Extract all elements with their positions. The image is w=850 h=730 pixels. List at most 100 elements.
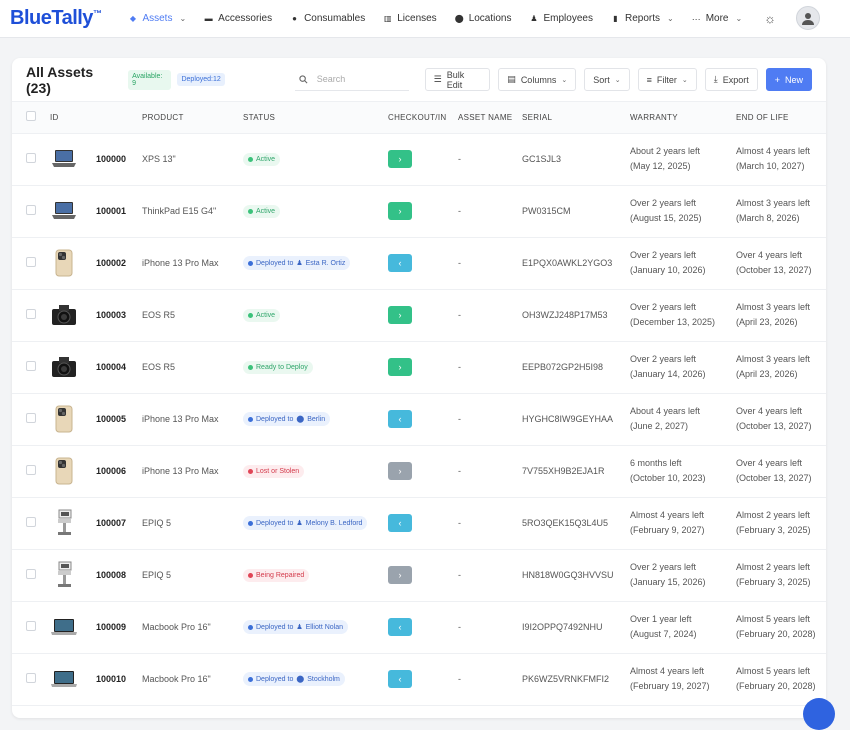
product-name[interactable]: EPIQ 5: [142, 549, 243, 602]
table-row[interactable]: 100004 EOS R5 Ready to Deploy › - EEPB072GP2H…: [12, 341, 826, 394]
eol-relative: Almost 4 years left: [736, 146, 811, 156]
nav-item-reports[interactable]: ▮ Reports ⌄: [610, 13, 673, 24]
asset-id[interactable]: 100002: [96, 237, 142, 290]
export-label: Export: [722, 74, 749, 85]
col-serial[interactable]: SERIAL: [522, 102, 630, 134]
eol-relative: Almost 2 years left: [736, 562, 811, 572]
table-row[interactable]: 100008 EPIQ 5 Being Repaired › - HN818W0GQ3HV…: [12, 549, 826, 602]
nav-item-assets[interactable]: ◆ Assets ⌄: [127, 13, 186, 24]
status-badge: Being Repaired: [243, 568, 310, 582]
asset-id[interactable]: 100005: [96, 393, 142, 446]
table-row[interactable]: 100007 EPIQ 5 Deployed to ♟ Melony B. Ledfor…: [12, 497, 826, 550]
product-name[interactable]: EOS R5: [142, 341, 243, 394]
asset-id[interactable]: 100004: [96, 341, 142, 394]
columns-button[interactable]: ▤ Columns ⌄: [498, 68, 577, 91]
export-button[interactable]: ⤓ Export: [704, 68, 758, 91]
theme-toggle-icon[interactable]: ☼: [764, 11, 776, 26]
row-checkbox[interactable]: [26, 309, 36, 319]
filter-button[interactable]: ≡ Filter ⌄: [637, 68, 697, 91]
chevron-left-icon: ‹: [398, 674, 402, 684]
row-checkbox[interactable]: [26, 517, 36, 527]
product-name[interactable]: iPhone 13 Pro Max: [142, 445, 243, 498]
col-status[interactable]: STATUS: [243, 102, 388, 134]
warranty-relative: About 4 years left: [630, 406, 701, 416]
asset-name: -: [458, 549, 522, 602]
asset-id[interactable]: 100001: [96, 185, 142, 238]
col-end-of-life[interactable]: END OF LIFE: [736, 102, 826, 134]
bulk-edit-button[interactable]: ☰ Bulk Edit: [424, 68, 491, 91]
row-checkbox[interactable]: [26, 361, 36, 371]
nav-item-more[interactable]: ··· More ⌄: [691, 13, 743, 24]
checkout-button[interactable]: ‹: [388, 254, 412, 272]
row-checkbox[interactable]: [26, 205, 36, 215]
row-checkbox[interactable]: [26, 569, 36, 579]
asset-name: -: [458, 185, 522, 238]
col-asset-name[interactable]: ASSET NAME: [458, 102, 522, 134]
asset-id[interactable]: 100003: [96, 289, 142, 342]
search-icon: [299, 74, 308, 83]
checkout-button[interactable]: ›: [388, 150, 412, 168]
table-row[interactable]: 100002 iPhone 13 Pro Max Deployed to ♟ Esta …: [12, 237, 826, 290]
select-all-checkbox[interactable]: [26, 111, 36, 122]
warranty-relative: About 2 years left: [630, 146, 701, 156]
col-warranty[interactable]: WARRANTY: [630, 102, 736, 134]
table-row[interactable]: 100001 ThinkPad E15 G4" Active › - PW0315CM Ov…: [12, 185, 826, 238]
checkout-button[interactable]: ›: [388, 462, 412, 480]
new-asset-button[interactable]: + New: [765, 68, 813, 91]
checkout-button[interactable]: ›: [388, 358, 412, 376]
logo[interactable]: BlueTally™: [10, 7, 102, 30]
table-row[interactable]: 100003 EOS R5 Active › - OH3WZJ248P17M53 Over …: [12, 289, 826, 342]
asset-id[interactable]: 100008: [96, 549, 142, 602]
checkout-button[interactable]: ‹: [388, 410, 412, 428]
product-name[interactable]: iPhone 13 Pro Max: [142, 237, 243, 290]
product-name[interactable]: EOS R5: [142, 289, 243, 342]
chat-button[interactable]: [803, 698, 835, 730]
serial: I9I2OPPQ7492NHU: [522, 601, 630, 654]
nav-item-employees[interactable]: ♟ Employees: [529, 13, 593, 24]
warranty-relative: Over 2 years left: [630, 198, 697, 208]
avatar[interactable]: [796, 6, 820, 30]
eol-relative: Almost 3 years left: [736, 302, 811, 312]
eol-date: (April 23, 2026): [736, 317, 798, 327]
checkout-button[interactable]: ‹: [388, 618, 412, 636]
col-checkout[interactable]: CHECKOUT/IN: [388, 102, 458, 134]
product-name[interactable]: ThinkPad E15 G4": [142, 185, 243, 238]
nav-item-locations[interactable]: ⬤ Locations: [454, 13, 512, 24]
table-row[interactable]: 100005 iPhone 13 Pro Max Deployed to ⬤ Berli…: [12, 393, 826, 446]
nav-item-accessories[interactable]: ▬ Accessories: [203, 13, 272, 24]
row-checkbox[interactable]: [26, 465, 36, 475]
product-name[interactable]: XPS 13": [142, 133, 243, 186]
table-row[interactable]: 100010 Macbook Pro 16" Deployed to ⬤ Stockho…: [12, 653, 826, 706]
row-checkbox[interactable]: [26, 413, 36, 423]
checkout-button[interactable]: ‹: [388, 514, 412, 532]
asset-id[interactable]: 100010: [96, 653, 142, 706]
checkout-button[interactable]: ›: [388, 202, 412, 220]
checkout-button[interactable]: ›: [388, 306, 412, 324]
table-row[interactable]: 100009 Macbook Pro 16" Deployed to ♟ Elliott…: [12, 601, 826, 654]
col-product[interactable]: PRODUCT: [142, 102, 243, 134]
product-name[interactable]: EPIQ 5: [142, 497, 243, 550]
product-name[interactable]: iPhone 13 Pro Max: [142, 393, 243, 446]
row-checkbox[interactable]: [26, 673, 36, 683]
asset-id[interactable]: 100007: [96, 497, 142, 550]
asset-id[interactable]: 100006: [96, 445, 142, 498]
row-checkbox[interactable]: [26, 621, 36, 631]
asset-id[interactable]: 100000: [96, 133, 142, 186]
product-name[interactable]: Macbook Pro 16": [142, 653, 243, 706]
nav-item-consumables[interactable]: ● Consumables: [289, 13, 365, 24]
nav-item-licenses[interactable]: ▥ Licenses: [382, 13, 437, 24]
asset-id[interactable]: 100009: [96, 601, 142, 654]
warranty-date: (October 10, 2023): [630, 473, 706, 483]
checkout-button[interactable]: ‹: [388, 670, 412, 688]
search-input[interactable]: Search: [294, 69, 409, 91]
checkout-button[interactable]: ›: [388, 566, 412, 584]
macbook-icon: [50, 665, 78, 693]
col-id[interactable]: ID: [50, 102, 96, 134]
sort-button[interactable]: Sort ⌄: [584, 68, 630, 91]
eol-date: (October 13, 2027): [736, 421, 812, 431]
row-checkbox[interactable]: [26, 257, 36, 267]
table-row[interactable]: 100006 iPhone 13 Pro Max Lost or Stolen › -7…: [12, 445, 826, 498]
product-name[interactable]: Macbook Pro 16": [142, 601, 243, 654]
row-checkbox[interactable]: [26, 153, 36, 163]
table-row[interactable]: 100000 XPS 13" Active › - GC1SJL3 About 2 year…: [12, 133, 826, 186]
